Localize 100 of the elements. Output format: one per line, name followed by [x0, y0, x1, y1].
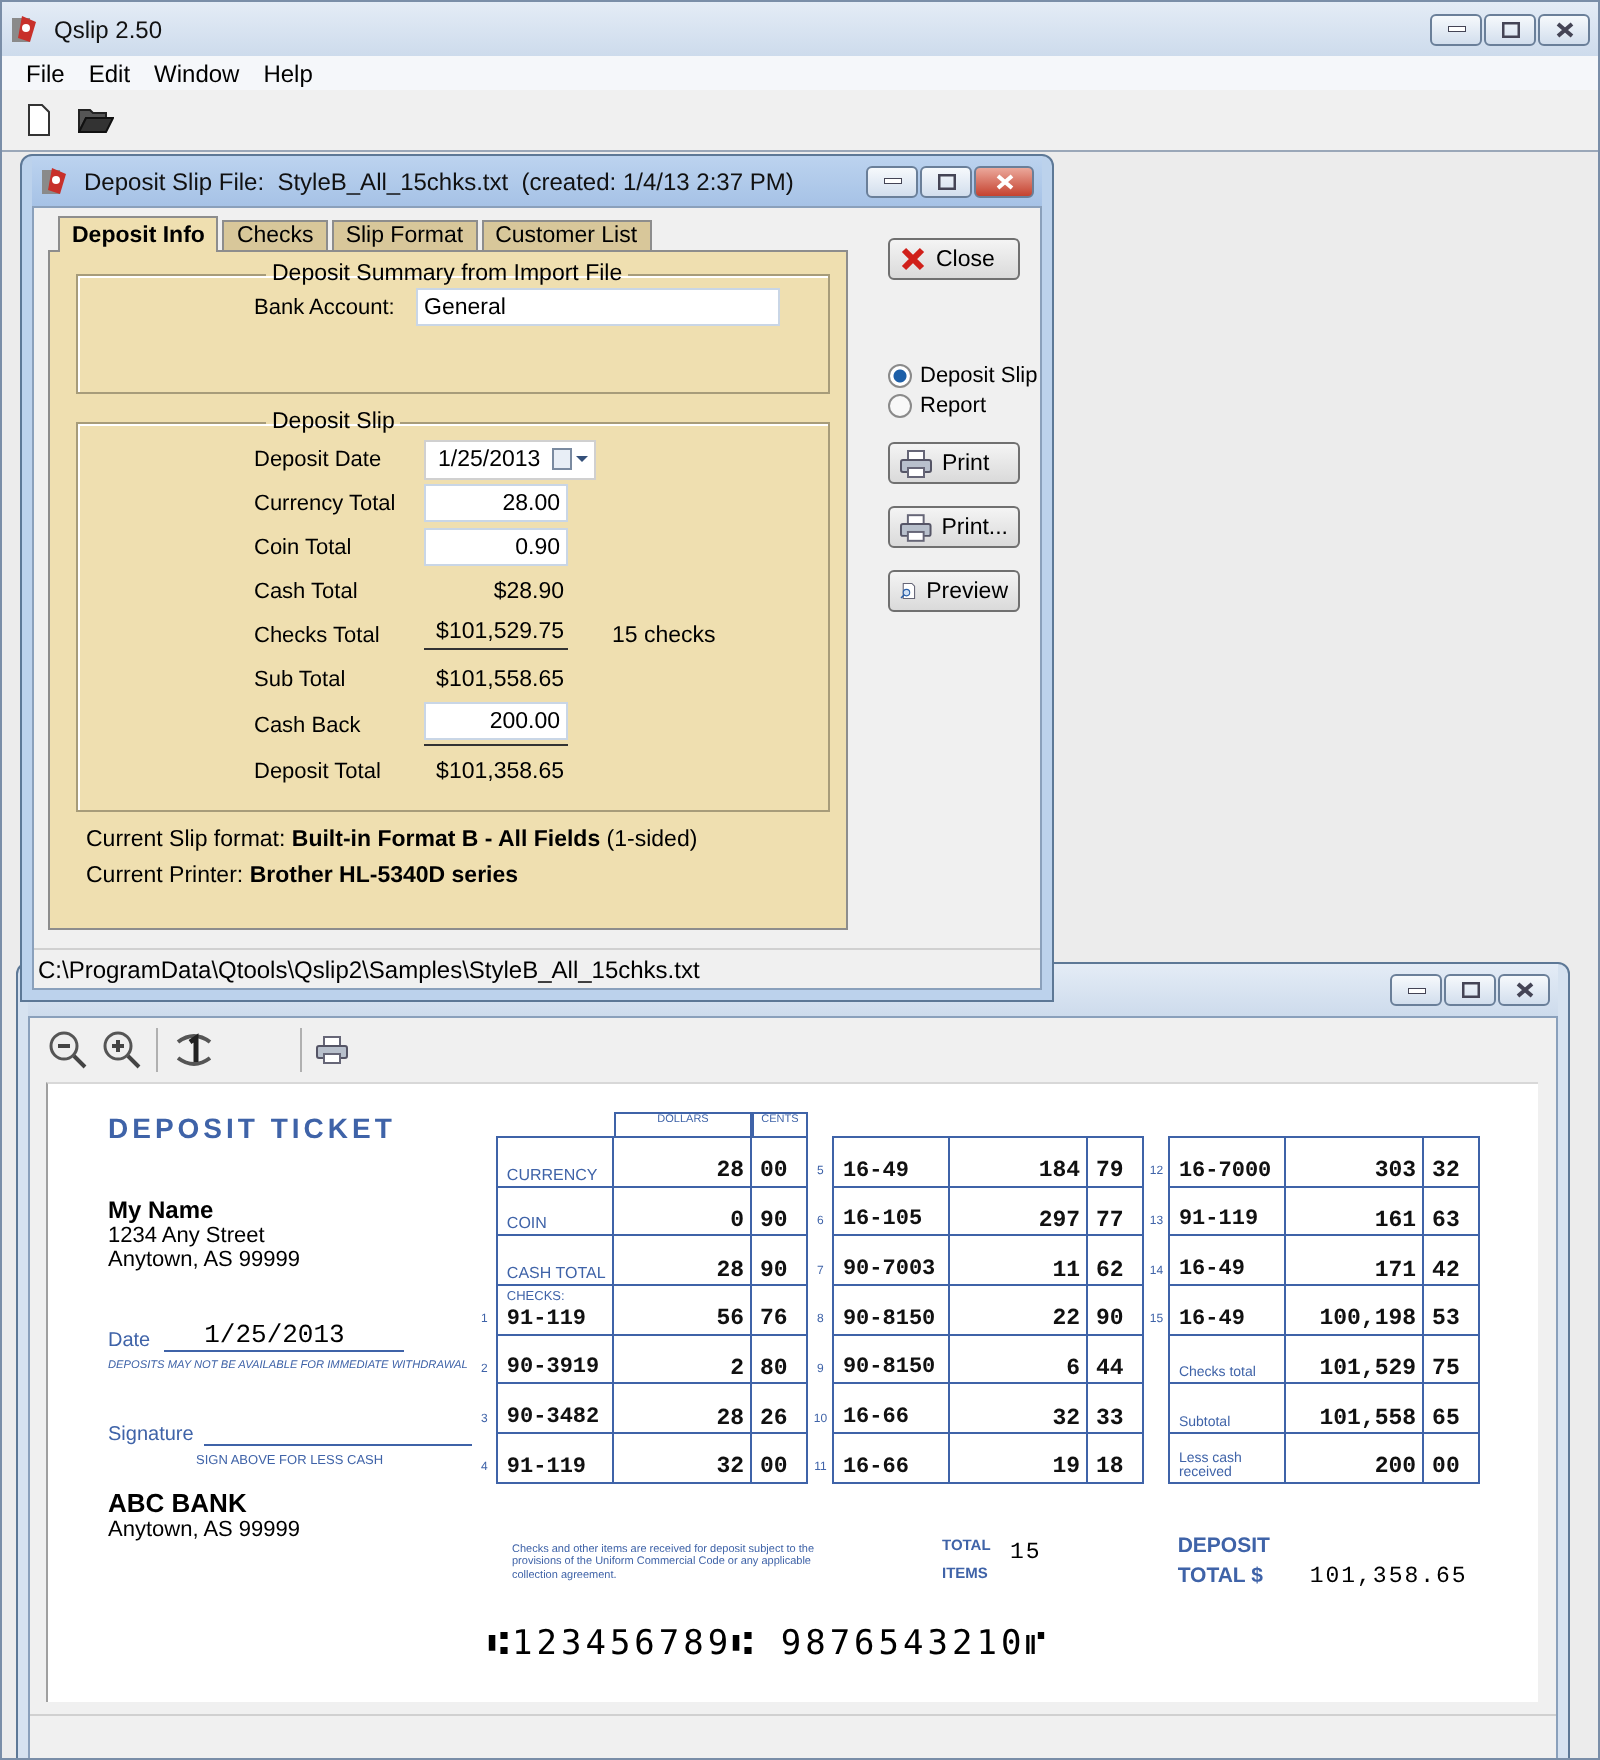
- table-cell: 161: [1285, 1186, 1424, 1236]
- menu-item[interactable]: Window: [142, 59, 252, 87]
- table-cell: COIN: [497, 1186, 614, 1236]
- ticket-title: DEPOSIT TICKET: [108, 1112, 398, 1144]
- table-cell: 16-105: [833, 1186, 950, 1236]
- address-line: Anytown, AS 99999: [108, 1248, 303, 1272]
- table-cell: 00: [751, 1137, 807, 1187]
- field-label: Currency Total: [254, 491, 398, 515]
- preview-button[interactable]: Preview: [888, 570, 1020, 612]
- table-cell: 79: [1087, 1137, 1143, 1187]
- table-cell: 90: [751, 1186, 807, 1236]
- micr-line: ⑆123456789⑆ 9876543210⑈: [488, 1623, 1052, 1664]
- table-cell: 16-49: [1169, 1285, 1286, 1335]
- close-button[interactable]: Close: [888, 238, 1020, 280]
- table-cell: 90-3482: [497, 1383, 614, 1434]
- window-title: Qslip 2.50: [54, 15, 165, 43]
- radio-label: Deposit Slip: [920, 364, 1038, 388]
- table-cell: 16-49: [833, 1137, 950, 1187]
- field-label: Checks Total: [254, 623, 382, 647]
- table-cell: 42: [1423, 1235, 1479, 1286]
- table-cell: 101,558: [1285, 1383, 1424, 1434]
- table-cell: 18: [1087, 1433, 1143, 1483]
- table-cell: 28: [613, 1235, 752, 1286]
- field-label: Coin Total: [254, 535, 354, 559]
- field-label: Cash Back: [254, 713, 363, 737]
- field-label: Sub Total: [254, 667, 348, 691]
- table-cell: 90-7003: [833, 1235, 950, 1286]
- print-button[interactable]: Print...: [888, 506, 1020, 548]
- address-line: 1234 Any Street: [108, 1224, 267, 1248]
- table-cell: CURRENCY: [497, 1137, 614, 1187]
- table-cell: 62: [1087, 1235, 1143, 1286]
- table-cell: 56: [613, 1285, 752, 1335]
- input-field[interactable]: General: [416, 288, 780, 326]
- table-cell: CASH TOTAL: [497, 1235, 614, 1286]
- input-field[interactable]: 28.00: [424, 484, 568, 522]
- table-cell: 80: [751, 1334, 807, 1384]
- table-cell: 32: [949, 1383, 1088, 1434]
- tab[interactable]: Deposit Info: [58, 216, 219, 252]
- menu-item[interactable]: File: [14, 59, 77, 87]
- table-cell: 100,198: [1285, 1285, 1424, 1335]
- radio-label: Report: [920, 394, 987, 418]
- table-cell: 33: [1087, 1383, 1143, 1434]
- tab[interactable]: Customer List: [481, 220, 652, 250]
- check-count: 15 checks: [612, 623, 718, 647]
- table-cell: 90-8150: [833, 1334, 950, 1384]
- info-line: Current Slip format: Built-in Format B - All Fields (1-sided): [86, 828, 700, 852]
- table-cell: 53: [1423, 1285, 1479, 1335]
- table-cell: 26: [751, 1383, 807, 1434]
- table-cell: 90-8150: [833, 1285, 950, 1335]
- table-cell: 63: [1423, 1186, 1479, 1236]
- input-field[interactable]: 0.90: [424, 528, 568, 566]
- table-cell: 22: [949, 1285, 1088, 1335]
- table-cell: 184: [949, 1137, 1088, 1187]
- table-cell: 90: [751, 1235, 807, 1286]
- date-value: 1/25/2013: [164, 1320, 405, 1352]
- value-text: $101,358.65: [434, 759, 566, 783]
- table-cell: 200: [1285, 1433, 1424, 1483]
- table-cell: 32: [1423, 1137, 1479, 1187]
- tab[interactable]: Checks: [222, 220, 328, 250]
- table-cell: 19: [949, 1433, 1088, 1483]
- table-cell: 171: [1285, 1235, 1424, 1286]
- tab[interactable]: Slip Format: [331, 220, 478, 250]
- table-cell: 16-66: [833, 1383, 950, 1434]
- date-label: Date: [108, 1330, 151, 1352]
- group-title: Deposit Summary from Import File: [270, 262, 625, 286]
- info-line: Current Printer: Brother HL-5340D series: [86, 864, 521, 888]
- address-line: Anytown, AS 99999: [108, 1518, 303, 1542]
- deposit-total-value: 101,358.65: [1309, 1563, 1468, 1590]
- signature-label: Signature: [108, 1424, 194, 1446]
- table-cell: 28: [613, 1137, 752, 1187]
- depositor-name: My Name: [108, 1196, 216, 1224]
- table-cell: 11: [949, 1235, 1088, 1286]
- date-field[interactable]: 1/25/2013: [424, 439, 596, 479]
- input-field[interactable]: 200.00: [424, 702, 568, 740]
- value-text: $101,558.65: [434, 667, 566, 691]
- value-text: $101,529.75: [434, 619, 566, 643]
- table-cell: 90: [1087, 1285, 1143, 1335]
- deposit-total-label: DEPOSIT TOTAL $: [1177, 1531, 1272, 1592]
- menu-item[interactable]: Edit: [76, 59, 143, 87]
- menu-item[interactable]: Help: [251, 59, 325, 87]
- total-items-value: 15: [1010, 1539, 1042, 1566]
- table-cell: 91-119: [497, 1433, 614, 1483]
- bank-name: ABC BANK: [108, 1488, 249, 1518]
- table-cell: 297: [949, 1186, 1088, 1236]
- table-cell: 00: [1423, 1433, 1479, 1483]
- table-cell: 16-49: [1169, 1235, 1286, 1286]
- cell-text: 91-119: [506, 1307, 587, 1332]
- table-cell: 75: [1423, 1334, 1479, 1384]
- table-cell: 65: [1423, 1383, 1479, 1434]
- table-cell: 77: [1087, 1186, 1143, 1236]
- field-label: Deposit Total: [254, 759, 383, 783]
- print-button[interactable]: Print: [888, 442, 1020, 484]
- table-cell: 90-3919: [497, 1334, 614, 1384]
- table-cell: 101,529: [1285, 1334, 1424, 1384]
- field-label: Cash Total: [254, 579, 360, 603]
- window-title: Deposit Slip File: StyleB_All_15chks.txt (created: 1/4/13 2:37 PM): [84, 167, 796, 195]
- table-cell: 16-7000: [1169, 1137, 1286, 1187]
- table-cell: 76: [751, 1285, 807, 1335]
- table-cell: 0: [613, 1186, 752, 1236]
- table-cell: 28: [613, 1383, 752, 1434]
